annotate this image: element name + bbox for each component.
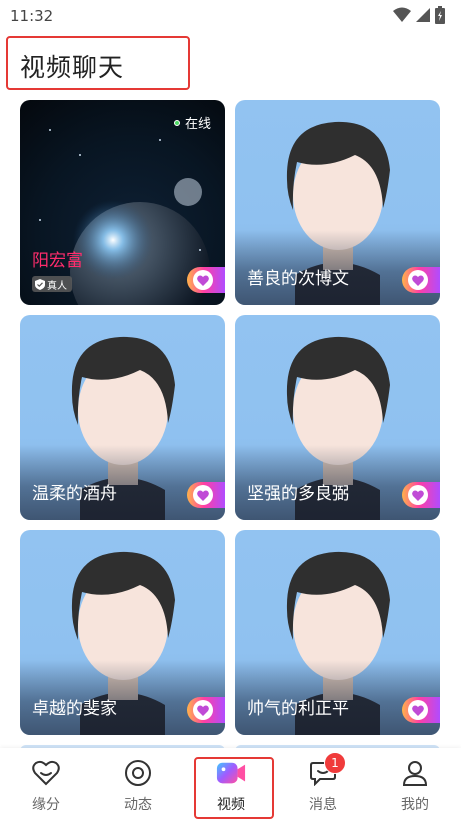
heart-icon (197, 489, 209, 501)
heart-icon (412, 489, 424, 501)
video-card[interactable]: 温柔的酒舟 (20, 315, 225, 520)
online-badge: 在线 (173, 113, 211, 132)
heart-icon (197, 274, 209, 286)
card-name: 阳宏富 (32, 251, 83, 271)
video-call-button[interactable] (187, 267, 225, 293)
video-card[interactable]: 善良的次博文 (235, 100, 440, 305)
heart-icon (197, 704, 209, 716)
video-call-button[interactable] (187, 482, 225, 508)
video-call-button[interactable] (402, 482, 440, 508)
nav-label: 动态 (124, 797, 152, 813)
wifi-icon (393, 7, 411, 22)
real-person-badge: 真人 (32, 276, 72, 292)
card-name: 温柔的酒舟 (32, 484, 117, 504)
unread-badge: 1 (324, 752, 346, 774)
heart-icon (412, 704, 424, 716)
nav-item-messages[interactable]: 1 消息 (288, 752, 358, 814)
circle-dot-icon (123, 758, 153, 788)
video-card[interactable]: 帅气的利正平 (235, 530, 440, 735)
nav-item-mine[interactable]: 我的 (380, 758, 450, 814)
card-name: 帅气的利正平 (247, 699, 349, 719)
nav-active-highlight (194, 757, 274, 819)
video-card[interactable]: 坚强的多良弼 (235, 315, 440, 520)
video-card[interactable]: 卓越的斐家 (20, 530, 225, 735)
signal-icon (416, 8, 430, 22)
card-name: 卓越的斐家 (32, 699, 117, 719)
status-bar: 11:32 (0, 0, 461, 32)
status-time: 11:32 (10, 7, 54, 25)
heart-outline-icon (31, 758, 61, 788)
nav-item-fate[interactable]: 缘分 (11, 758, 81, 814)
nav-label: 我的 (401, 797, 429, 813)
video-card[interactable]: 在线 阳宏富 真人 (20, 100, 225, 305)
nav-label: 消息 (309, 797, 337, 813)
card-name: 善良的次博文 (247, 269, 349, 289)
nav-label: 缘分 (32, 797, 60, 813)
status-icons (393, 6, 445, 24)
nav-item-moments[interactable]: 动态 (103, 758, 173, 814)
shield-check-icon (35, 278, 45, 290)
online-dot-icon (173, 119, 180, 126)
video-call-button[interactable] (402, 697, 440, 723)
person-icon (400, 758, 430, 788)
online-label: 在线 (184, 117, 211, 132)
real-person-label: 真人 (47, 280, 67, 292)
video-call-button[interactable] (402, 267, 440, 293)
card-name: 坚强的多良弼 (247, 484, 349, 504)
heart-icon (412, 274, 424, 286)
page-title: 视频聊天 (20, 53, 125, 82)
battery-icon (435, 6, 445, 24)
video-call-button[interactable] (187, 697, 225, 723)
